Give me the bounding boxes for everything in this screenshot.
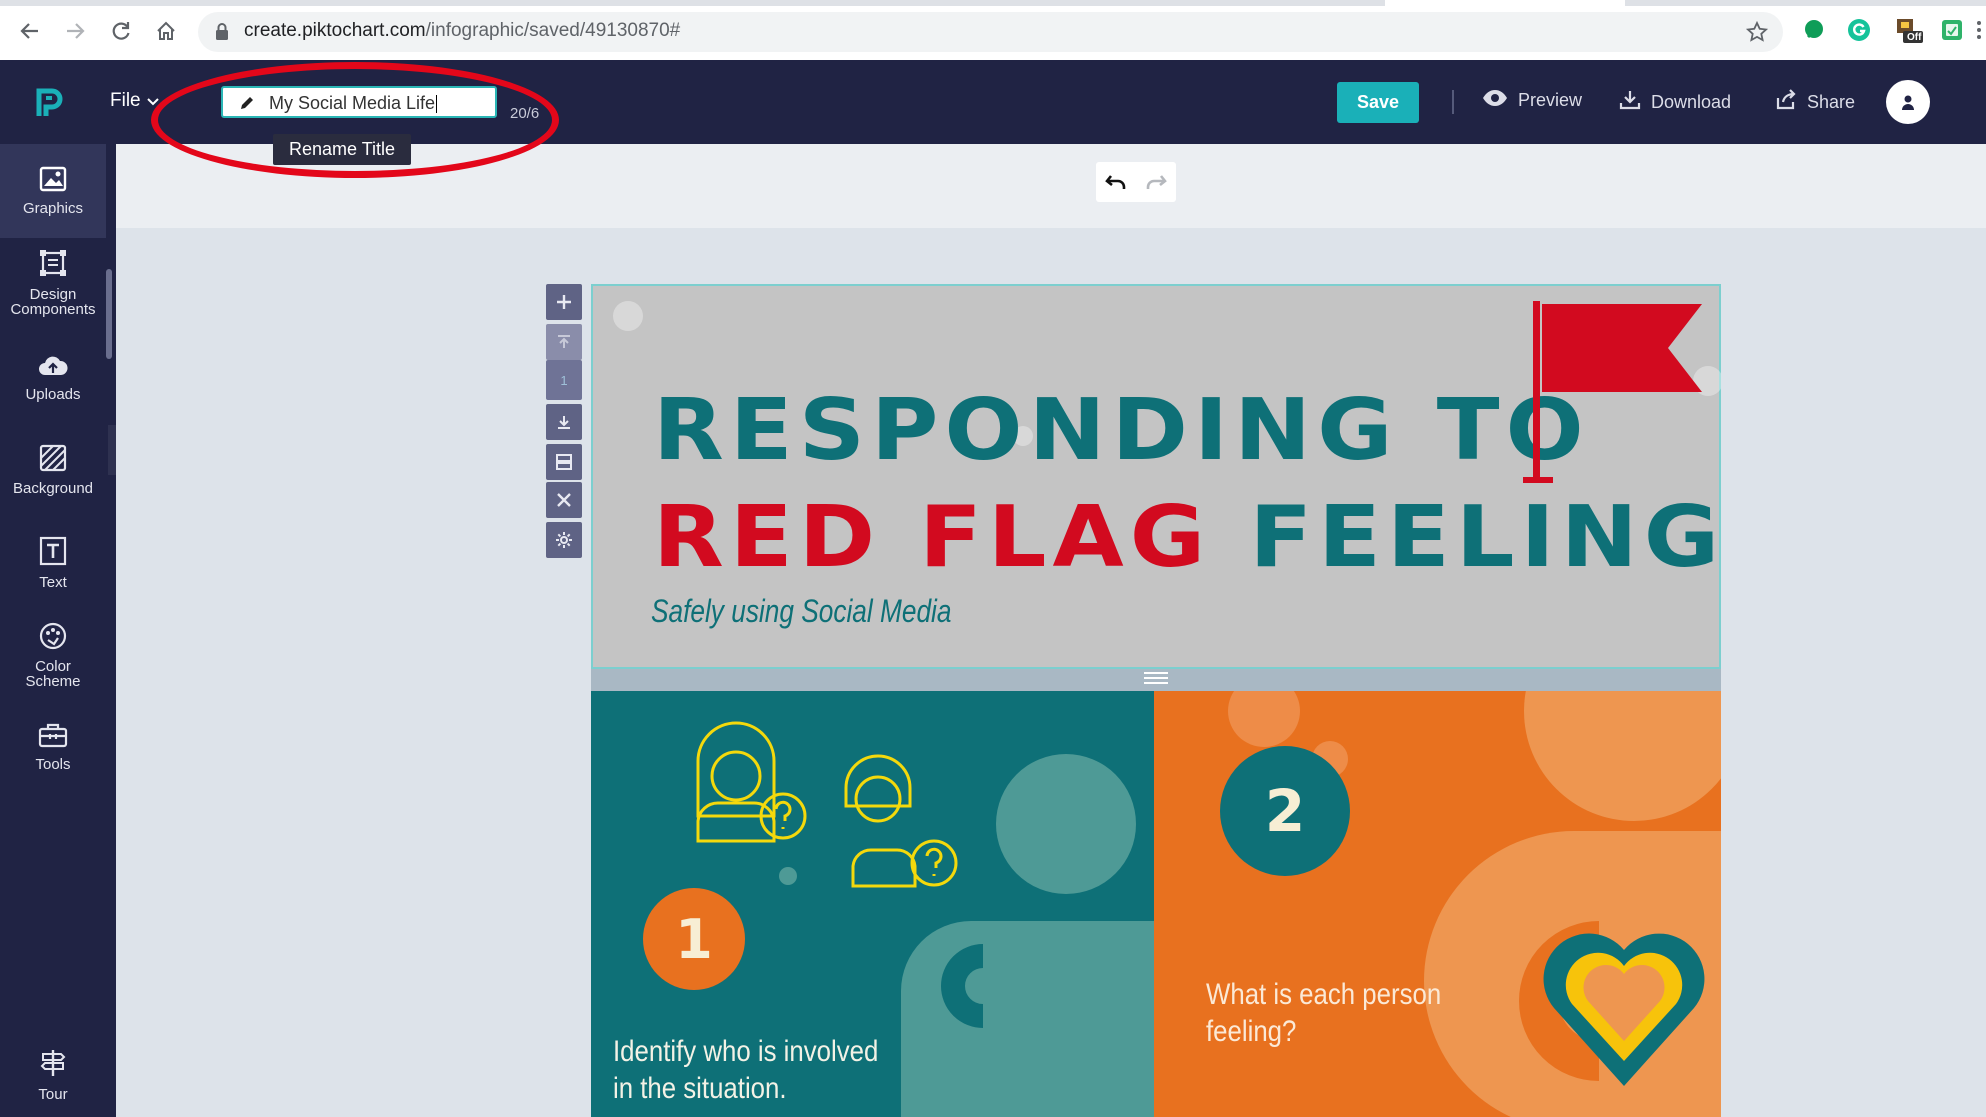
reload-icon[interactable] (106, 16, 136, 46)
url-text[interactable]: create.piktochart.com/infographic/saved/… (244, 20, 680, 42)
block-page-number: 1 (560, 372, 568, 388)
sidebar-item-background[interactable]: Background (0, 444, 106, 518)
back-icon[interactable] (15, 16, 45, 46)
tab-strip (0, 0, 1986, 6)
eye-icon (1482, 89, 1508, 112)
block-resize-handle[interactable] (591, 669, 1721, 691)
step-1-panel[interactable]: 1 Identify who is involved in the situat… (591, 691, 1154, 1117)
share-icon (1775, 89, 1797, 116)
preview-button[interactable]: Preview (1482, 89, 1582, 112)
step-2-illustration (1228, 691, 1721, 1117)
sidebar-item-tools[interactable]: Tools (0, 722, 106, 792)
block-page-indicator: 1 (546, 360, 582, 400)
palette-icon (39, 622, 67, 653)
undo-icon[interactable] (1096, 162, 1136, 202)
step-2-number-badge: 2 (1220, 746, 1350, 876)
active-tab[interactable] (1385, 0, 1625, 6)
sidebar-item-tour[interactable]: Tour (0, 1048, 106, 1114)
headline-line1[interactable]: RESPONDING TO (653, 381, 1590, 479)
undo-redo-group (1096, 162, 1176, 202)
divider (1452, 90, 1454, 114)
home-icon[interactable] (151, 16, 181, 46)
move-block-up-icon[interactable] (546, 324, 582, 360)
move-block-down-icon[interactable] (546, 404, 582, 440)
step-1-text-line1: Identify who is involved (613, 1035, 879, 1068)
step-2-text-line1: What is each person (1206, 978, 1442, 1011)
extension-green-square-icon[interactable] (1938, 16, 1966, 44)
file-menu[interactable]: File (110, 90, 159, 112)
sidebar-label: Tour (38, 1086, 68, 1103)
file-menu-label: File (110, 90, 141, 111)
drag-handle-icon (1143, 671, 1169, 690)
extension-badge: Off (1907, 32, 1922, 43)
design-components-icon (38, 248, 68, 281)
lock-icon[interactable] (214, 22, 230, 47)
delete-block-icon[interactable] (546, 482, 582, 518)
sidebar-item-graphics[interactable]: Graphics (0, 144, 106, 238)
sidebar-item-text[interactable]: Text (0, 536, 106, 610)
subtitle[interactable]: Safely using Social Media (651, 593, 951, 630)
cloud-upload-icon (38, 354, 68, 381)
sidebar-label: Graphics (22, 200, 84, 217)
bookmark-star-icon[interactable] (1745, 20, 1769, 49)
browser-toolbar: create.piktochart.com/infographic/saved/… (0, 0, 1986, 61)
chrome-menu-icon[interactable] (1972, 16, 1986, 44)
user-avatar[interactable] (1886, 80, 1930, 124)
sidebar-item-design-components[interactable]: Design Components (0, 248, 106, 328)
signpost-icon (39, 1048, 67, 1081)
sidebar-item-color-scheme[interactable]: Color Scheme (0, 622, 106, 702)
block-settings-gear-icon[interactable] (546, 522, 582, 558)
step-1-number-badge: 1 (643, 888, 745, 990)
url-host: create.piktochart.com (244, 20, 426, 41)
url-path: /infographic/saved/49130870# (425, 20, 681, 41)
sidebar-label: Color Scheme (25, 658, 81, 690)
decor-dot (613, 301, 643, 331)
hatch-icon (39, 444, 67, 475)
sidebar-item-uploads[interactable]: Uploads (0, 354, 106, 424)
download-icon (1619, 89, 1641, 116)
sidebar-label: Background (12, 480, 94, 497)
sidebar-label: Text (39, 574, 67, 591)
share-button[interactable]: Share (1775, 89, 1855, 116)
editor-canvas: 1 RESPONDING TO RED FLAG FEELINGS Safely… (116, 144, 1986, 1117)
add-block-icon[interactable] (546, 284, 582, 320)
step-2-text[interactable]: What is each person feeling? (1206, 976, 1441, 1050)
save-button[interactable]: Save (1337, 82, 1419, 123)
preview-label: Preview (1518, 90, 1583, 110)
sidebar-scrollbar[interactable] (106, 269, 112, 359)
image-icon (39, 166, 67, 195)
share-label: Share (1807, 92, 1856, 112)
download-button[interactable]: Download (1619, 89, 1731, 116)
step-2-panel[interactable]: 2 What is each person feeling? (1154, 691, 1721, 1117)
redo-icon[interactable] (1136, 162, 1176, 202)
address-bar[interactable]: create.piktochart.com/infographic/saved/… (198, 12, 1783, 52)
headline-red-text: RED FLAG (653, 488, 1212, 587)
download-label: Download (1651, 92, 1732, 112)
duplicate-block-icon[interactable] (546, 444, 582, 480)
extension-green-chat-icon[interactable] (1800, 16, 1828, 44)
forward-icon[interactable] (60, 16, 90, 46)
header-block[interactable]: RESPONDING TO RED FLAG FEELINGS Safely u… (591, 284, 1721, 669)
toolbox-icon (38, 722, 68, 751)
step-2-text-line2: feeling? (1206, 1015, 1297, 1048)
sidebar-label: Tools (35, 756, 71, 773)
left-sidebar: Graphics Design Components Uploads Backg… (0, 144, 116, 1117)
sidebar-label: Uploads (25, 386, 81, 403)
headline-teal-text: FEELINGS (1249, 488, 1721, 587)
sidebar-label: Design Components (10, 286, 96, 318)
red-flag-icon[interactable] (1523, 301, 1703, 491)
annotation-red-ellipse (151, 62, 559, 178)
headline-line2[interactable]: RED FLAG FEELINGS (653, 488, 1721, 586)
text-icon (39, 536, 67, 569)
grammarly-icon[interactable] (1845, 16, 1873, 44)
piktochart-logo[interactable] (34, 86, 68, 125)
extension-off-icon[interactable]: Off (1893, 16, 1927, 44)
step-1-text-line2: in the situation. (613, 1072, 787, 1105)
step-1-text[interactable]: Identify who is involved in the situatio… (613, 1033, 878, 1107)
infographic-canvas[interactable]: RESPONDING TO RED FLAG FEELINGS Safely u… (591, 284, 1721, 1117)
